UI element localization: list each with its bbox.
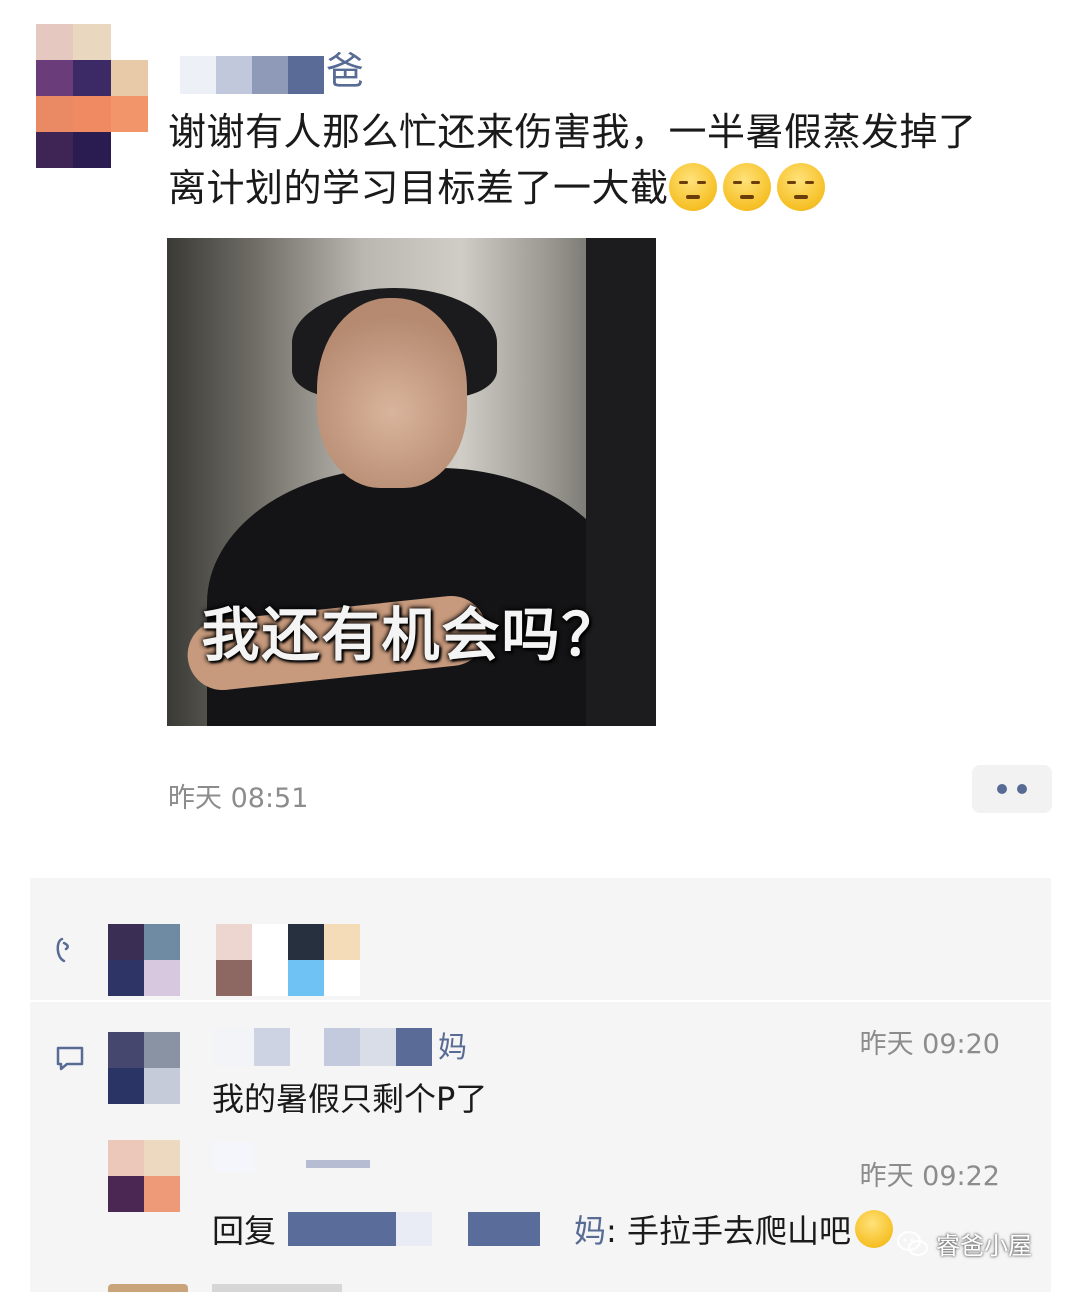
next-comment-avatar: [108, 1284, 188, 1292]
comment-bubble-icon: [56, 1046, 84, 1071]
wechat-icon: [897, 1230, 928, 1256]
liker-avatar[interactable]: [108, 924, 180, 996]
reply-target-blur: [288, 1212, 396, 1246]
pensive-face-icon: [722, 163, 771, 211]
next-comment-name: [212, 1284, 342, 1292]
comment-author-blur: [324, 1028, 360, 1066]
reply-target-blur: [468, 1212, 540, 1246]
author-name-text: 爸: [326, 49, 365, 93]
grinning-face-icon: [854, 1210, 893, 1248]
more-dot-icon: [1017, 784, 1027, 794]
heart-outline-icon: [56, 937, 69, 963]
post-image[interactable]: 我还有机会吗？: [167, 238, 656, 726]
comment-reply-text: 回复: [212, 1206, 276, 1252]
liker-avatar[interactable]: [216, 924, 360, 996]
reply-body: : 手拉手去爬山吧: [606, 1212, 851, 1250]
comment-author[interactable]: 妈: [438, 1024, 467, 1066]
comment-author-blur: [214, 1142, 254, 1172]
comment-time: 昨天 09:22: [859, 1161, 1000, 1192]
post-text-line1: 谢谢有人那么忙还来伤害我，一半暑假蒸发掉了: [168, 110, 977, 154]
comment-text: 我的暑假只剩个P了: [212, 1080, 488, 1118]
comment-time: 昨天 09:20: [859, 1029, 1000, 1060]
author-name[interactable]: 爸: [176, 38, 576, 94]
comment-author-blur: [396, 1028, 432, 1066]
reply-target-name[interactable]: 妈: [574, 1212, 606, 1250]
author-avatar[interactable]: [36, 24, 148, 168]
pensive-face-icon: [776, 163, 825, 211]
watermark-text: 睿爸小屋: [936, 1232, 1032, 1260]
more-actions-button[interactable]: [972, 765, 1052, 813]
comment-avatar[interactable]: [108, 1032, 180, 1104]
comment-avatar[interactable]: [108, 1140, 180, 1212]
comment-reply-body: 妈: 手拉手去爬山吧: [574, 1206, 893, 1252]
pensive-face-icon: [668, 163, 717, 211]
comment-author-blur: [254, 1028, 290, 1066]
post-text-line2-body: 离计划的学习目标差了一大截: [168, 166, 669, 210]
post-timestamp: 昨天 08:51: [168, 783, 309, 814]
likes-panel: [30, 878, 1051, 1000]
post-text-line2: 离计划的学习目标差了一大截: [168, 160, 1058, 216]
post-text: 谢谢有人那么忙还来伤害我，一半暑假蒸发掉了 离计划的学习目标差了一大截: [168, 104, 1058, 216]
watermark: 睿爸小屋: [896, 1226, 1032, 1261]
comment-author-blur: [306, 1160, 370, 1168]
meme-caption: 我还有机会吗？: [201, 601, 622, 669]
comment-author-blur: [214, 1028, 254, 1066]
meme-figure-head: [317, 298, 467, 488]
comment-author-blur: [360, 1028, 396, 1066]
reply-target-blur: [396, 1212, 432, 1246]
more-dot-icon: [997, 784, 1007, 794]
reply-prefix: 回复: [212, 1212, 277, 1250]
